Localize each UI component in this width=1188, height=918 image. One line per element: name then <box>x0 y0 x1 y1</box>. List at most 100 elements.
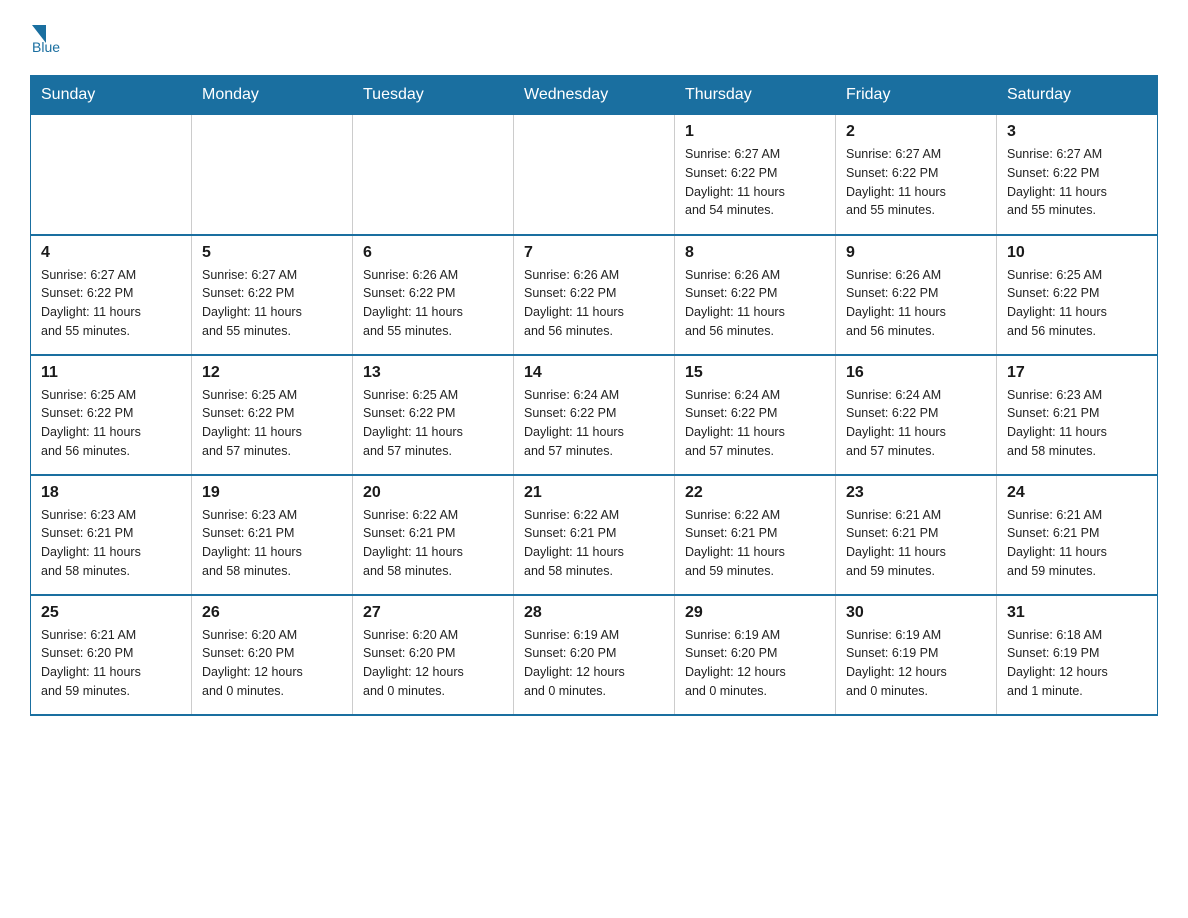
day-number: 15 <box>685 364 825 382</box>
week-row-1: 1 Sunrise: 6:27 AMSunset: 6:22 PMDaylight… <box>31 115 1158 235</box>
logo-tagline: Blue <box>32 39 60 55</box>
calendar-header: SundayMondayTuesdayWednesdayThursdayFrid… <box>31 76 1158 115</box>
calendar-cell: 27 Sunrise: 6:20 AMSunset: 6:20 PMDayligh… <box>353 595 514 715</box>
calendar-cell: 2 Sunrise: 6:27 AMSunset: 6:22 PMDaylight… <box>836 115 997 235</box>
calendar-cell: 6 Sunrise: 6:26 AMSunset: 6:22 PMDaylight… <box>353 235 514 355</box>
day-number: 7 <box>524 244 664 262</box>
day-info: Sunrise: 6:24 AMSunset: 6:22 PMDaylight:… <box>524 386 664 461</box>
day-info: Sunrise: 6:23 AMSunset: 6:21 PMDaylight:… <box>41 506 181 581</box>
calendar-cell: 14 Sunrise: 6:24 AMSunset: 6:22 PMDayligh… <box>514 355 675 475</box>
day-info: Sunrise: 6:22 AMSunset: 6:21 PMDaylight:… <box>524 506 664 581</box>
day-info: Sunrise: 6:26 AMSunset: 6:22 PMDaylight:… <box>685 266 825 341</box>
day-info: Sunrise: 6:27 AMSunset: 6:22 PMDaylight:… <box>41 266 181 341</box>
day-number: 13 <box>363 364 503 382</box>
day-number: 9 <box>846 244 986 262</box>
calendar-cell: 19Sunrise: 6:23 AMSunset: 6:21 PMDayligh… <box>192 475 353 595</box>
day-number: 2 <box>846 123 986 141</box>
day-info: Sunrise: 6:27 AMSunset: 6:22 PMDaylight:… <box>685 145 825 220</box>
calendar-cell <box>353 115 514 235</box>
day-info: Sunrise: 6:24 AMSunset: 6:22 PMDaylight:… <box>685 386 825 461</box>
day-number: 31 <box>1007 604 1147 622</box>
calendar-cell: 16 Sunrise: 6:24 AMSunset: 6:22 PMDayligh… <box>836 355 997 475</box>
calendar-cell <box>514 115 675 235</box>
day-number: 14 <box>524 364 664 382</box>
day-info: Sunrise: 6:27 AMSunset: 6:22 PMDaylight:… <box>846 145 986 220</box>
day-header-friday: Friday <box>836 76 997 115</box>
day-info: Sunrise: 6:23 AMSunset: 6:21 PMDaylight:… <box>202 506 342 581</box>
week-row-3: 11 Sunrise: 6:25 AMSunset: 6:22 PMDayligh… <box>31 355 1158 475</box>
day-number: 17 <box>1007 364 1147 382</box>
day-info: Sunrise: 6:19 AMSunset: 6:20 PMDaylight:… <box>524 626 664 701</box>
day-number: 18 <box>41 484 181 502</box>
calendar-cell: 28 Sunrise: 6:19 AMSunset: 6:20 PMDayligh… <box>514 595 675 715</box>
calendar-cell: 21 Sunrise: 6:22 AMSunset: 6:21 PMDayligh… <box>514 475 675 595</box>
day-number: 28 <box>524 604 664 622</box>
day-info: Sunrise: 6:25 AMSunset: 6:22 PMDaylight:… <box>1007 266 1147 341</box>
page-header: Blue <box>30 20 1158 55</box>
calendar-cell: 25 Sunrise: 6:21 AMSunset: 6:20 PMDayligh… <box>31 595 192 715</box>
day-number: 25 <box>41 604 181 622</box>
day-number: 11 <box>41 364 181 382</box>
logo: Blue <box>30 20 60 55</box>
day-info: Sunrise: 6:23 AMSunset: 6:21 PMDaylight:… <box>1007 386 1147 461</box>
calendar-cell: 24 Sunrise: 6:21 AMSunset: 6:21 PMDayligh… <box>997 475 1158 595</box>
calendar-cell: 18 Sunrise: 6:23 AMSunset: 6:21 PMDayligh… <box>31 475 192 595</box>
calendar-table: SundayMondayTuesdayWednesdayThursdayFrid… <box>30 75 1158 716</box>
day-header-saturday: Saturday <box>997 76 1158 115</box>
calendar-cell: 7Sunrise: 6:26 AMSunset: 6:22 PMDaylight… <box>514 235 675 355</box>
day-number: 22 <box>685 484 825 502</box>
day-number: 5 <box>202 244 342 262</box>
day-number: 6 <box>363 244 503 262</box>
day-header-row: SundayMondayTuesdayWednesdayThursdayFrid… <box>31 76 1158 115</box>
day-number: 27 <box>363 604 503 622</box>
day-info: Sunrise: 6:22 AMSunset: 6:21 PMDaylight:… <box>363 506 503 581</box>
day-header-wednesday: Wednesday <box>514 76 675 115</box>
day-number: 4 <box>41 244 181 262</box>
day-number: 24 <box>1007 484 1147 502</box>
calendar-cell: 3Sunrise: 6:27 AMSunset: 6:22 PMDaylight… <box>997 115 1158 235</box>
day-info: Sunrise: 6:22 AMSunset: 6:21 PMDaylight:… <box>685 506 825 581</box>
day-info: Sunrise: 6:21 AMSunset: 6:21 PMDaylight:… <box>1007 506 1147 581</box>
day-info: Sunrise: 6:25 AMSunset: 6:22 PMDaylight:… <box>202 386 342 461</box>
week-row-5: 25 Sunrise: 6:21 AMSunset: 6:20 PMDayligh… <box>31 595 1158 715</box>
calendar-cell: 11 Sunrise: 6:25 AMSunset: 6:22 PMDayligh… <box>31 355 192 475</box>
day-header-sunday: Sunday <box>31 76 192 115</box>
day-info: Sunrise: 6:24 AMSunset: 6:22 PMDaylight:… <box>846 386 986 461</box>
calendar-cell: 4 Sunrise: 6:27 AMSunset: 6:22 PMDaylight… <box>31 235 192 355</box>
calendar-cell: 29Sunrise: 6:19 AMSunset: 6:20 PMDayligh… <box>675 595 836 715</box>
day-info: Sunrise: 6:25 AMSunset: 6:22 PMDaylight:… <box>363 386 503 461</box>
calendar-cell: 12 Sunrise: 6:25 AMSunset: 6:22 PMDayligh… <box>192 355 353 475</box>
day-info: Sunrise: 6:21 AMSunset: 6:21 PMDaylight:… <box>846 506 986 581</box>
calendar-cell: 23 Sunrise: 6:21 AMSunset: 6:21 PMDayligh… <box>836 475 997 595</box>
calendar-cell: 1 Sunrise: 6:27 AMSunset: 6:22 PMDaylight… <box>675 115 836 235</box>
calendar-cell: 17 Sunrise: 6:23 AMSunset: 6:21 PMDayligh… <box>997 355 1158 475</box>
day-header-thursday: Thursday <box>675 76 836 115</box>
day-info: Sunrise: 6:26 AMSunset: 6:22 PMDaylight:… <box>846 266 986 341</box>
day-number: 26 <box>202 604 342 622</box>
day-header-monday: Monday <box>192 76 353 115</box>
calendar-cell: 13 Sunrise: 6:25 AMSunset: 6:22 PMDayligh… <box>353 355 514 475</box>
day-number: 20 <box>363 484 503 502</box>
calendar-cell: 5 Sunrise: 6:27 AMSunset: 6:22 PMDaylight… <box>192 235 353 355</box>
day-info: Sunrise: 6:19 AMSunset: 6:19 PMDaylight:… <box>846 626 986 701</box>
day-number: 21 <box>524 484 664 502</box>
day-number: 1 <box>685 123 825 141</box>
day-info: Sunrise: 6:26 AMSunset: 6:22 PMDaylight:… <box>363 266 503 341</box>
day-info: Sunrise: 6:27 AMSunset: 6:22 PMDaylight:… <box>1007 145 1147 220</box>
day-info: Sunrise: 6:18 AMSunset: 6:19 PMDaylight:… <box>1007 626 1147 701</box>
day-number: 16 <box>846 364 986 382</box>
day-number: 12 <box>202 364 342 382</box>
day-info: Sunrise: 6:21 AMSunset: 6:20 PMDaylight:… <box>41 626 181 701</box>
day-header-tuesday: Tuesday <box>353 76 514 115</box>
calendar-cell <box>31 115 192 235</box>
day-number: 23 <box>846 484 986 502</box>
day-number: 29 <box>685 604 825 622</box>
day-info: Sunrise: 6:20 AMSunset: 6:20 PMDaylight:… <box>202 626 342 701</box>
day-info: Sunrise: 6:27 AMSunset: 6:22 PMDaylight:… <box>202 266 342 341</box>
day-info: Sunrise: 6:20 AMSunset: 6:20 PMDaylight:… <box>363 626 503 701</box>
calendar-cell: 30Sunrise: 6:19 AMSunset: 6:19 PMDayligh… <box>836 595 997 715</box>
day-info: Sunrise: 6:25 AMSunset: 6:22 PMDaylight:… <box>41 386 181 461</box>
calendar-cell: 10Sunrise: 6:25 AMSunset: 6:22 PMDayligh… <box>997 235 1158 355</box>
calendar-cell: 15 Sunrise: 6:24 AMSunset: 6:22 PMDayligh… <box>675 355 836 475</box>
week-row-4: 18 Sunrise: 6:23 AMSunset: 6:21 PMDayligh… <box>31 475 1158 595</box>
